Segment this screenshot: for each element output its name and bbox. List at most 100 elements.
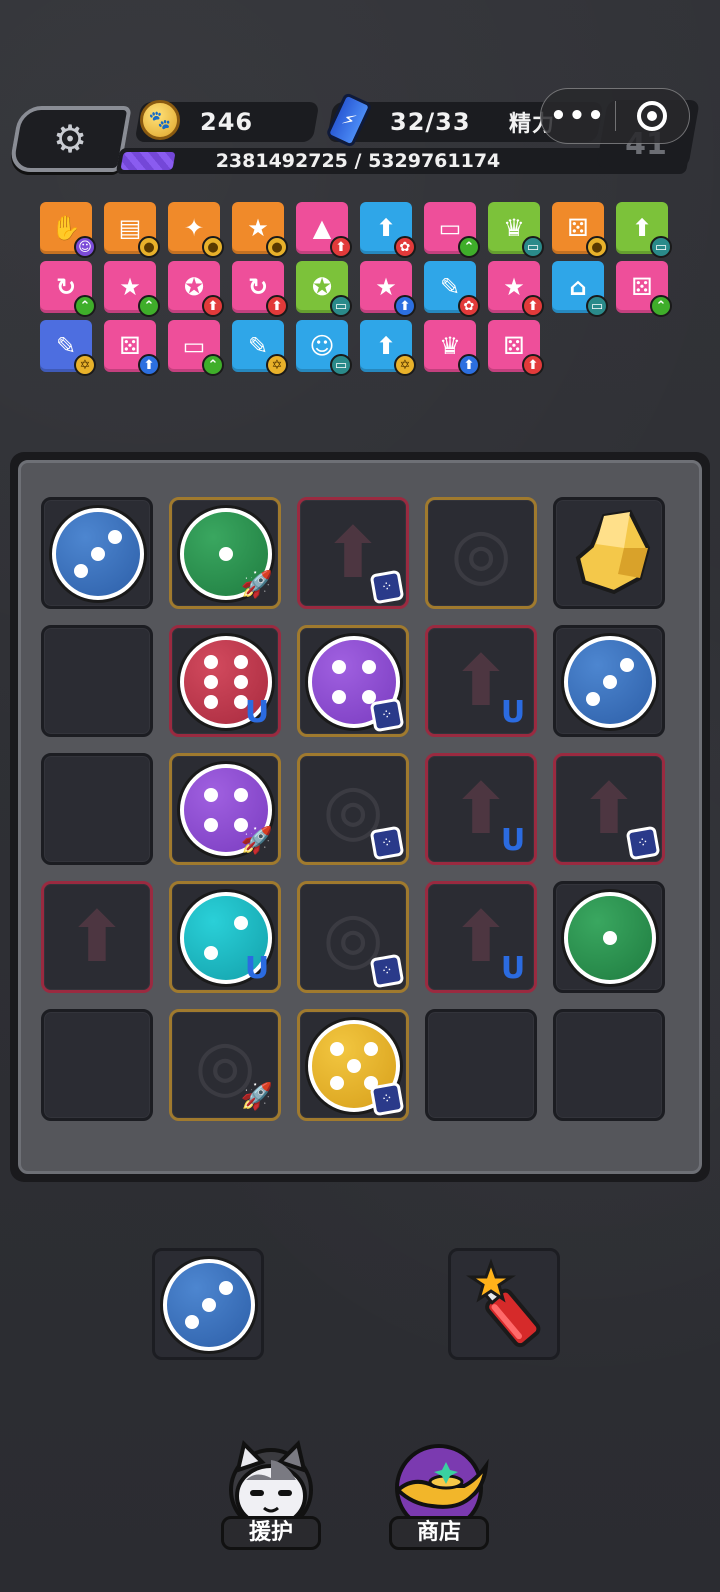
dice-icon: ⁘: [369, 1081, 405, 1117]
board-cell[interactable]: ◎ 🚀: [169, 1009, 281, 1121]
die-pip: [185, 1314, 200, 1329]
board-cell[interactable]: [553, 1009, 665, 1121]
board-cell[interactable]: ⬆: [41, 881, 153, 993]
badge-double-chevron-icon: ⌃: [458, 236, 480, 258]
board-cell[interactable]: ⁘: [297, 625, 409, 737]
buff-refresh-icon[interactable]: ↻ ⌃: [40, 261, 96, 317]
badge-arrow-up-icon: ⬆: [138, 354, 160, 376]
board-cell[interactable]: 🚀: [169, 753, 281, 865]
die-pip: [347, 1059, 361, 1073]
badge-hex-coin-icon: ✡: [74, 354, 96, 376]
buff-dice-icon[interactable]: ⚄ ⬆: [488, 320, 544, 376]
board-cell[interactable]: U: [169, 881, 281, 993]
die-pip: [234, 787, 249, 802]
badge-card-icon: ▭: [586, 295, 608, 317]
die-pip: [330, 1042, 345, 1057]
dice-icon: ⁘: [369, 697, 405, 733]
die-pip: [619, 658, 634, 673]
magnet-icon: U: [500, 823, 526, 858]
paw-coin-icon: 🐾: [140, 100, 180, 140]
board-cell[interactable]: [553, 625, 665, 737]
die-pip: [330, 1075, 345, 1090]
badge-arrow-up-icon: ⬆: [202, 295, 224, 317]
buff-dice-icon[interactable]: ⚄ ⌃: [616, 261, 672, 317]
board-cell[interactable]: [41, 1009, 153, 1121]
buff-firecracker-icon[interactable]: ✎ ✡: [40, 320, 96, 376]
shop-button[interactable]: 商店: [384, 1440, 494, 1550]
buff-crown-icon[interactable]: ♛ ⬆: [424, 320, 480, 376]
buff-dice-icon[interactable]: ⚄ ●: [552, 202, 608, 258]
buff-medal-icon[interactable]: ✪ ⬆: [168, 261, 224, 317]
board-cell[interactable]: ⬆ U: [425, 753, 537, 865]
tray-slot-right[interactable]: [448, 1248, 560, 1360]
die-pip: [203, 675, 218, 689]
board-cell[interactable]: ◎ ⁘: [297, 881, 409, 993]
board-cell[interactable]: [553, 881, 665, 993]
badge-card-icon: ▭: [330, 354, 352, 376]
close-miniprogram-button[interactable]: [616, 101, 689, 131]
board-cell[interactable]: [41, 625, 153, 737]
buff-star-4-icon[interactable]: ★ ⬆: [360, 261, 416, 317]
die-pip: [363, 1042, 378, 1057]
shop-label: 商店: [389, 1516, 489, 1550]
badge-coin-icon: ●: [266, 236, 288, 258]
buff-medal-icon[interactable]: ✪ ▭: [296, 261, 352, 317]
board-cell[interactable]: ⬆ U: [425, 625, 537, 737]
buff-dice-card-icon[interactable]: ▤ ●: [104, 202, 160, 258]
board-grid: 🚀 ⬆ ⁘ ◎ U ⁘ ⬆ U 🚀 ◎ ⁘ ⬆ U ⬆ ⁘ ⬆ U ◎ ⁘ ⬆ U ◎ 🚀 ⁘: [18, 460, 702, 1174]
board-cell[interactable]: ⬆ ⁘: [297, 497, 409, 609]
badge-arrow-up-icon: ⬆: [458, 354, 480, 376]
board-cell[interactable]: [425, 1009, 537, 1121]
buff-arrow-up-icon[interactable]: ⬆ ✿: [360, 202, 416, 258]
die-pip: [331, 659, 346, 674]
buff-crown-icon[interactable]: ♛ ▭: [488, 202, 544, 258]
magnet-icon: U: [244, 951, 270, 986]
magnet-icon: U: [500, 695, 526, 730]
board-cell[interactable]: U: [169, 625, 281, 737]
board-cell[interactable]: [41, 753, 153, 865]
buff-throw-hand-icon[interactable]: ✋ ☺: [40, 202, 96, 258]
die-pip: [362, 659, 377, 674]
buff-refresh-icon[interactable]: ↻ ⬆: [232, 261, 288, 317]
board-cell[interactable]: ⁘: [297, 1009, 409, 1121]
die-pip: [203, 695, 218, 710]
board-cell[interactable]: ◎ ⁘: [297, 753, 409, 865]
buff-firecracker-icon[interactable]: ✎ ✿: [424, 261, 480, 317]
badge-card-icon: ▭: [330, 295, 352, 317]
assist-button[interactable]: 援护: [216, 1440, 326, 1550]
board-cell[interactable]: ⬆ U: [425, 881, 537, 993]
buff-garage-icon[interactable]: ⌂ ▭: [552, 261, 608, 317]
buff-stars-icon[interactable]: ✦ ●: [168, 202, 224, 258]
more-menu-button[interactable]: •••: [541, 101, 615, 131]
buff-arrow-up-icon[interactable]: ⬆ ✡: [360, 320, 416, 376]
buff-star-2-icon[interactable]: ★ ●: [232, 202, 288, 258]
badge-card-icon: ▭: [650, 236, 672, 258]
buff-star-3-icon[interactable]: ★ ⬆: [488, 261, 544, 317]
die-pip: [203, 946, 218, 961]
board-cell[interactable]: ⬆ ⁘: [553, 753, 665, 865]
buff-star-2-icon[interactable]: ★ ⌃: [104, 261, 160, 317]
badge-hex-coin-icon: ✡: [394, 354, 416, 376]
buff-card-icon[interactable]: ▭ ⌃: [424, 202, 480, 258]
buff-card-icon[interactable]: ▭ ⌃: [168, 320, 224, 376]
badge-arrow-up-icon: ⬆: [522, 354, 544, 376]
badge-double-chevron-icon: ⌃: [650, 295, 672, 317]
board-cell[interactable]: ◎: [425, 497, 537, 609]
badge-cat-icon: ☺: [74, 236, 96, 258]
badge-arrow-up-icon: ⬆: [522, 295, 544, 317]
board-cell[interactable]: 🚀: [169, 497, 281, 609]
buff-firecracker-icon[interactable]: ✎ ✡: [232, 320, 288, 376]
buff-arrow-up-icon[interactable]: ⬆ ▭: [616, 202, 672, 258]
board-cell[interactable]: [41, 497, 153, 609]
buff-cat-icon[interactable]: ☺ ▭: [296, 320, 352, 376]
firecracker-icon: [466, 1258, 541, 1348]
tray-slot-left[interactable]: [152, 1248, 264, 1360]
settings-button[interactable]: ⚙: [8, 106, 132, 172]
green-die: [564, 892, 656, 984]
buff-dice-icon[interactable]: ⚄ ⬆: [104, 320, 160, 376]
buff-gold-bars-icon[interactable]: ▲ ⬆: [296, 202, 352, 258]
ghost-bag-icon: ◎: [450, 512, 512, 594]
die-pip: [234, 654, 249, 669]
board-cell[interactable]: [553, 497, 665, 609]
die-pip: [331, 690, 346, 705]
